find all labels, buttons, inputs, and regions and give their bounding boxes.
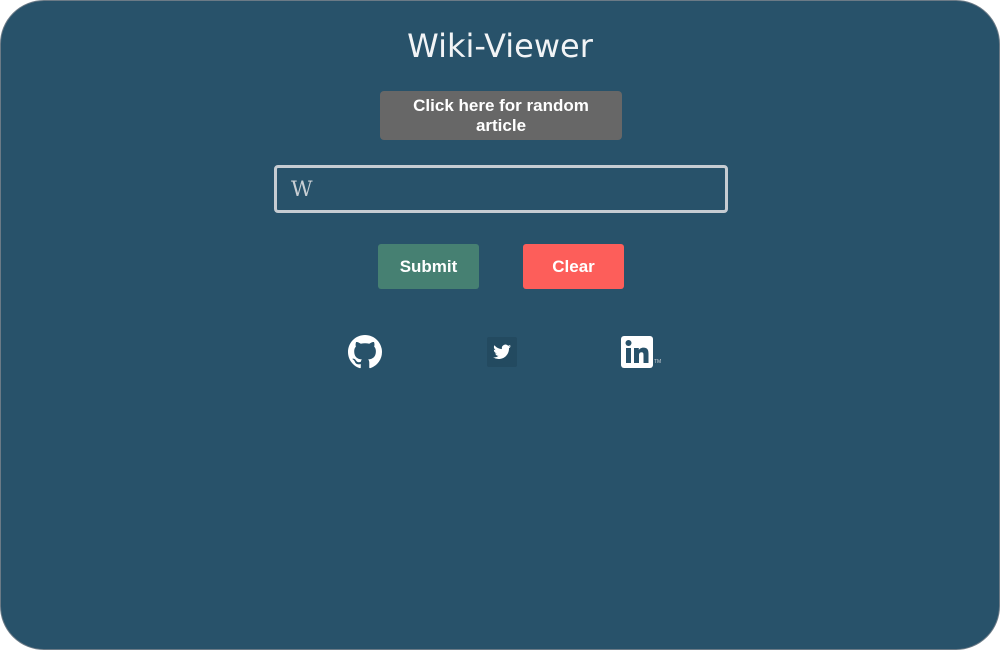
wikipedia-icon: W	[291, 177, 313, 201]
search-box[interactable]: W	[274, 165, 728, 213]
linkedin-icon[interactable]: TM	[620, 335, 666, 369]
random-article-button[interactable]: Click here for random article	[380, 91, 622, 140]
twitter-icon[interactable]	[485, 335, 519, 369]
linkedin-trademark: TM	[654, 359, 661, 365]
clear-button[interactable]: Clear	[523, 244, 624, 289]
search-input[interactable]	[323, 168, 723, 212]
github-icon[interactable]	[348, 335, 382, 369]
submit-button[interactable]: Submit	[378, 244, 479, 289]
app-window: Wiki-Viewer Click here for random articl…	[0, 0, 1000, 650]
page-title: Wiki-Viewer	[407, 27, 593, 65]
